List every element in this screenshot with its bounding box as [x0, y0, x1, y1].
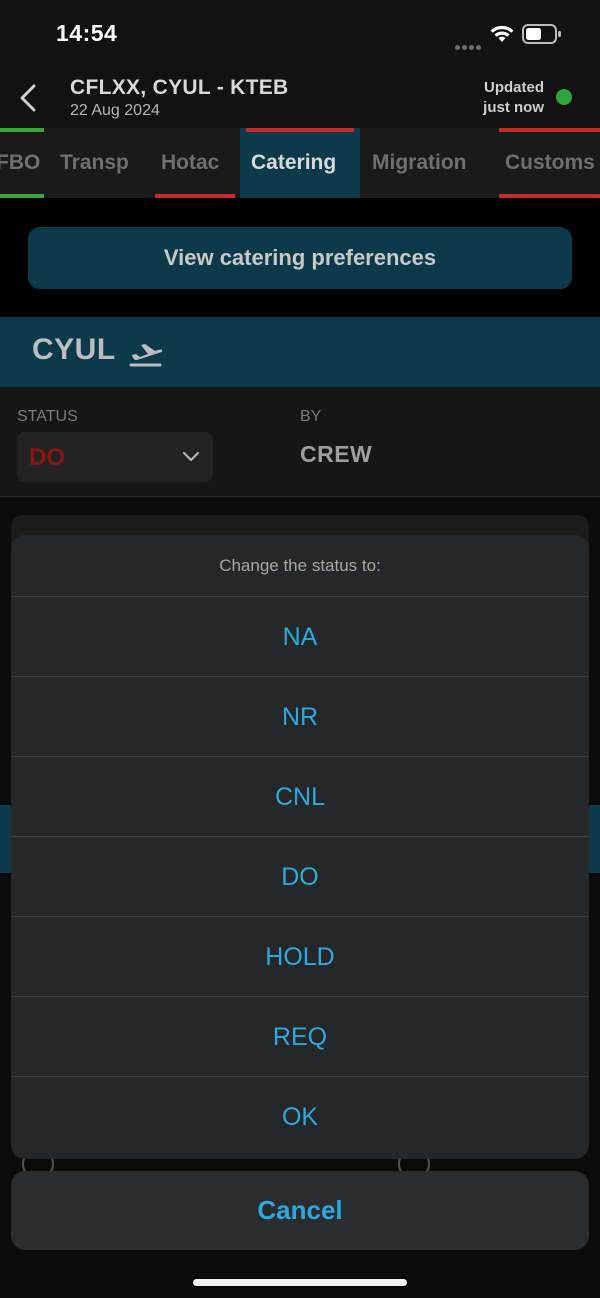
- status-dropdown[interactable]: DO: [17, 432, 213, 482]
- tab-hotac[interactable]: Hotac: [155, 128, 235, 198]
- by-value: CREW: [300, 441, 373, 467]
- online-status-dot: [556, 89, 572, 105]
- tab-fbo-label: FBO: [0, 151, 41, 174]
- flight-title: CFLXX, CYUL - KTEB: [70, 76, 289, 99]
- tab-hotac-label: Hotac: [161, 151, 220, 174]
- tab-customs[interactable]: Customs: [499, 128, 600, 198]
- updated-line-2: just now: [483, 99, 544, 116]
- clock: 14:54: [56, 20, 118, 46]
- station-header: CYUL: [0, 317, 600, 387]
- status-label: STATUS: [17, 408, 78, 425]
- tab-transp-label: Transp: [60, 151, 129, 174]
- option-do[interactable]: DO: [11, 837, 589, 917]
- option-hold[interactable]: HOLD: [11, 917, 589, 997]
- back-chevron-icon[interactable]: [16, 80, 40, 116]
- tab-fbo-top-indicator: [0, 128, 44, 132]
- chevron-down-icon: [183, 452, 199, 461]
- status-action-sheet: Change the status to: NA NR CNL DO HOLD …: [11, 535, 589, 1159]
- flight-date: 22 Aug 2024: [70, 102, 160, 119]
- cancel-button[interactable]: Cancel: [11, 1171, 589, 1250]
- tab-migration-label: Migration: [372, 151, 467, 174]
- status-row: STATUS BY DO CREW: [0, 387, 600, 497]
- option-na[interactable]: NA: [11, 597, 589, 677]
- action-sheet-title: Change the status to:: [11, 535, 589, 597]
- tab-fbo[interactable]: FBO: [0, 128, 44, 198]
- service-tabs: FBO Transp Hotac Catering Migration Cust…: [0, 128, 600, 198]
- tab-customs-label: Customs: [505, 151, 595, 174]
- view-catering-preferences-button[interactable]: View catering preferences: [28, 227, 572, 289]
- tab-transp[interactable]: Transp: [60, 128, 150, 198]
- option-ok[interactable]: OK: [11, 1077, 589, 1157]
- option-nr[interactable]: NR: [11, 677, 589, 757]
- tab-catering-top-indicator: [246, 128, 354, 132]
- status-bar: 14:54: [0, 0, 600, 70]
- tab-migration[interactable]: Migration: [366, 128, 492, 198]
- updated-status: Updated just now: [430, 78, 544, 118]
- tab-catering[interactable]: Catering: [240, 128, 360, 198]
- home-indicator[interactable]: [193, 1279, 407, 1286]
- preferences-section: View catering preferences: [0, 198, 600, 317]
- tab-migration-top-indicator: [366, 128, 492, 132]
- flight-header: CFLXX, CYUL - KTEB 22 Aug 2024 Updated j…: [0, 70, 600, 128]
- tab-catering-label: Catering: [251, 151, 337, 174]
- tab-hotac-top-indicator: [155, 128, 235, 132]
- tab-transp-top-indicator: [60, 128, 150, 132]
- option-req[interactable]: REQ: [11, 997, 589, 1077]
- takeoff-icon: [129, 344, 163, 367]
- battery-icon: [522, 24, 561, 44]
- updated-line-1: Updated: [484, 79, 544, 96]
- signal-dots-icon: [455, 37, 483, 50]
- option-cnl[interactable]: CNL: [11, 757, 589, 837]
- tab-customs-top-indicator: [499, 128, 600, 132]
- by-label: BY: [300, 408, 322, 425]
- status-value: DO: [29, 444, 65, 471]
- station-code: CYUL: [32, 333, 116, 366]
- wifi-icon: [490, 25, 514, 42]
